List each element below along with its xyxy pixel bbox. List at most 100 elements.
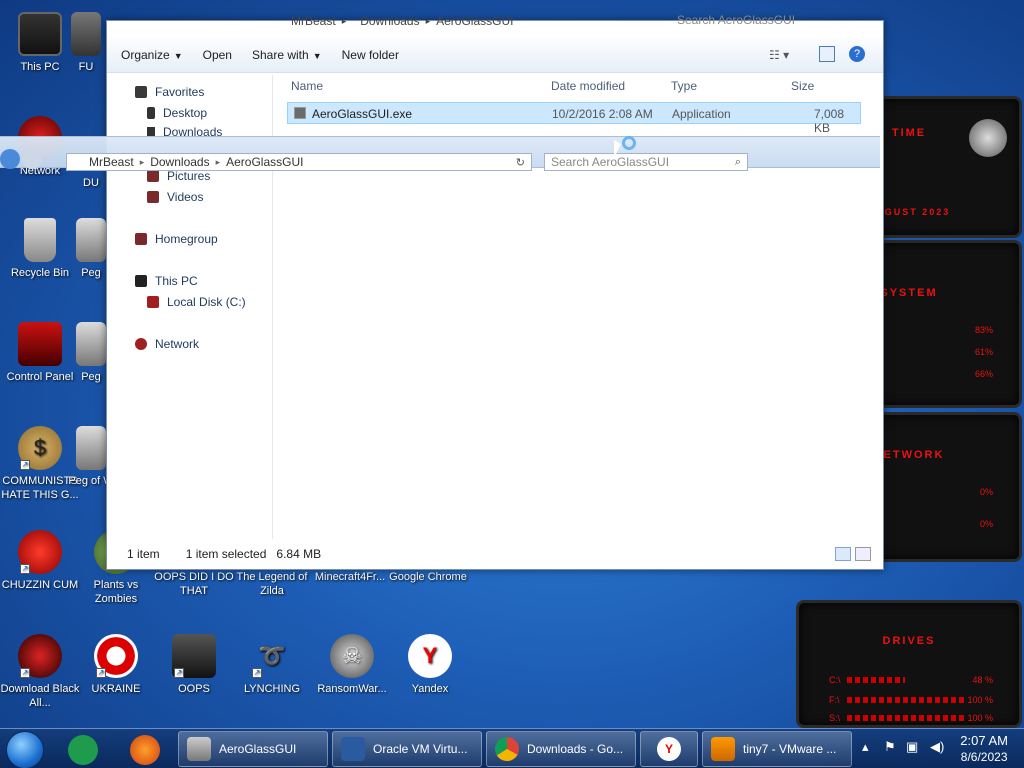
file-row[interactable]: AeroGlassGUI.exe 10/2/2016 2:08 AM Appli…: [287, 102, 861, 135]
large-icons-view-icon[interactable]: [855, 547, 871, 561]
new-folder-button[interactable]: New folder: [342, 48, 399, 62]
chevron-down-icon: ▼: [312, 50, 322, 61]
column-header-type[interactable]: Type: [671, 79, 697, 93]
desktop-icon-lynching[interactable]: ➰ ↗ LYNCHING: [230, 634, 314, 696]
desktop-icon-chuzzin[interactable]: ↗ CHUZZIN CUM: [0, 530, 82, 592]
flag-icon[interactable]: ⚑: [884, 739, 896, 755]
desktop-icon-label: OOPS DID I DO THAT: [154, 571, 234, 597]
nav-item-desktop[interactable]: Desktop: [147, 106, 207, 120]
address-bar[interactable]: MrBeast ▸ Downloads ▸ AeroGlassGUI ↻: [66, 153, 532, 171]
pinned-app-icon[interactable]: [68, 735, 98, 765]
desktop-icon: [147, 107, 155, 119]
nav-item-pictures[interactable]: Pictures: [147, 169, 210, 183]
selected-size: 6.84 MB: [276, 547, 322, 561]
disk-icon: [147, 296, 159, 308]
breadcrumb-item[interactable]: MrBeast: [291, 14, 336, 28]
desktop-icon-ransomware[interactable]: ☠ RansomWar...: [310, 634, 394, 696]
chevron-down-icon: ▼: [173, 50, 183, 61]
breadcrumb-item[interactable]: AeroGlassGUI: [226, 155, 303, 169]
help-icon[interactable]: ?: [849, 46, 865, 62]
nav-item-network[interactable]: Network: [135, 337, 199, 351]
desktop-icon-label: Google Chrome: [389, 571, 467, 583]
search-placeholder: Search AeroGlassGUI: [551, 155, 670, 169]
peg-icon: [76, 426, 106, 470]
desktop-icon-label: UKRAINE: [91, 683, 141, 695]
folder-icon: [71, 12, 101, 56]
nav-item-local-disk[interactable]: Local Disk (C:): [147, 295, 246, 309]
refresh-icon[interactable]: ↻: [516, 156, 525, 169]
back-arrow-icon[interactable]: [0, 149, 20, 169]
nav-item-favorites[interactable]: Favorites: [135, 85, 204, 99]
desktop-icon-yandex[interactable]: Y Yandex: [388, 634, 472, 696]
desktop-icon-download-black[interactable]: ↗ Download Black All...: [0, 634, 82, 710]
column-header-name[interactable]: Name: [291, 79, 323, 93]
clock[interactable]: 2:07 AM 8/6/2023: [960, 733, 1008, 765]
nav-label: This PC: [155, 274, 198, 288]
drive-label: S:\: [829, 713, 841, 723]
volume-icon[interactable]: ◀): [930, 739, 944, 755]
taskbar-button-vmware[interactable]: tiny7 - VMware ...: [702, 731, 852, 767]
desktop-icon-zelda[interactable]: The Legend of Zilda: [230, 570, 314, 598]
system-value: 83%: [974, 325, 993, 335]
breadcrumb-item[interactable]: Downloads: [150, 155, 209, 169]
nav-item-homegroup[interactable]: Homegroup: [135, 232, 218, 246]
taskbar-button-label: AeroGlassGUI: [219, 742, 297, 756]
organize-button[interactable]: Organize ▼: [121, 48, 183, 62]
alien-head-icon: [969, 119, 1007, 157]
nav-label: Favorites: [155, 85, 205, 99]
breadcrumb-item[interactable]: MrBeast: [89, 155, 134, 169]
taskbar-button-chrome[interactable]: Downloads - Go...: [486, 731, 636, 767]
open-button[interactable]: Open: [203, 48, 232, 62]
taskbar: AeroGlassGUI Oracle VM Virtu... Download…: [0, 728, 1024, 768]
system-value: 66%: [974, 369, 993, 379]
drive-value: 100 %: [967, 695, 993, 705]
search-input[interactable]: Search AeroGlassGUI: [677, 13, 795, 27]
taskbar-button-yandex[interactable]: Y: [640, 731, 698, 767]
preview-pane-icon[interactable]: [819, 46, 835, 62]
desktop-icon-oops[interactable]: ↗ OOPS: [152, 634, 236, 696]
taskbar-button-label: Oracle VM Virtu...: [373, 742, 468, 756]
forward-arrow-icon[interactable]: [22, 149, 42, 169]
chrome-icon: [495, 737, 519, 761]
pictures-icon: [147, 170, 159, 182]
taskbar-button-explorer[interactable]: AeroGlassGUI: [178, 731, 328, 767]
network-tray-icon[interactable]: ▣: [906, 739, 918, 755]
share-with-button[interactable]: Share with ▼: [252, 48, 322, 62]
file-type: Application: [672, 107, 731, 121]
taskbar-button-virtualbox[interactable]: Oracle VM Virtu...: [332, 731, 482, 767]
mouse-cursor-icon: [614, 140, 621, 158]
search-icon: ⌕: [734, 155, 741, 168]
breadcrumb-item[interactable]: AeroGlassGUI: [436, 14, 513, 28]
drives-gadget[interactable]: DRIVES C:\ 48 % F:\ 100 % S:\ 100 %: [796, 600, 1022, 728]
column-header-size[interactable]: Size: [791, 79, 814, 93]
start-button[interactable]: [6, 731, 44, 768]
dragged-window-toolbar[interactable]: MrBeast ▸ Downloads ▸ AeroGlassGUI ↻ Sea…: [0, 136, 880, 171]
desktop-icon-oops-did-i[interactable]: OOPS DID I DO THAT: [152, 570, 236, 598]
nav-label: Pictures: [167, 169, 211, 183]
address-bar[interactable]: MrBeast ▸ Downloads ▸ AeroGlassGUI: [207, 13, 717, 29]
search-input[interactable]: Search AeroGlassGUI ⌕: [544, 153, 748, 171]
desktop-icon-minecraft[interactable]: Minecraft4Fr...: [308, 570, 392, 584]
details-view-icon[interactable]: [835, 547, 851, 561]
drive-label: C:\: [829, 675, 841, 685]
status-bar: 1 item 1 item selected 6.84 MB: [107, 539, 883, 569]
vmware-icon: [711, 737, 735, 761]
file-name: AeroGlassGUI.exe: [312, 107, 413, 121]
network-value: 0%: [979, 487, 993, 497]
view-options-icon[interactable]: ☷ ▾: [769, 48, 789, 62]
desktop-icon-ukraine[interactable]: ↗ UKRAINE: [74, 634, 158, 696]
show-hidden-icons-icon[interactable]: ▴: [862, 739, 869, 755]
firefox-icon[interactable]: [130, 735, 160, 765]
yandex-icon: Y: [408, 634, 452, 678]
share-with-label: Share with: [251, 47, 309, 62]
breadcrumb-item[interactable]: Downloads: [360, 14, 419, 28]
nav-item-this-pc[interactable]: This PC: [135, 274, 198, 288]
nav-item-videos[interactable]: Videos: [147, 190, 203, 204]
desktop-icon-label: CHUZZIN CUM: [1, 579, 79, 591]
file-date: 10/2/2016 2:08 AM: [552, 107, 653, 121]
virtualbox-icon: [341, 737, 365, 761]
explorer-window[interactable]: MrBeast ▸ Downloads ▸ AeroGlassGUI Searc…: [106, 13, 884, 570]
desktop-icon-chrome[interactable]: Google Chrome: [386, 570, 470, 584]
nav-label: Desktop: [163, 106, 208, 120]
column-header-date[interactable]: Date modified: [551, 79, 625, 93]
